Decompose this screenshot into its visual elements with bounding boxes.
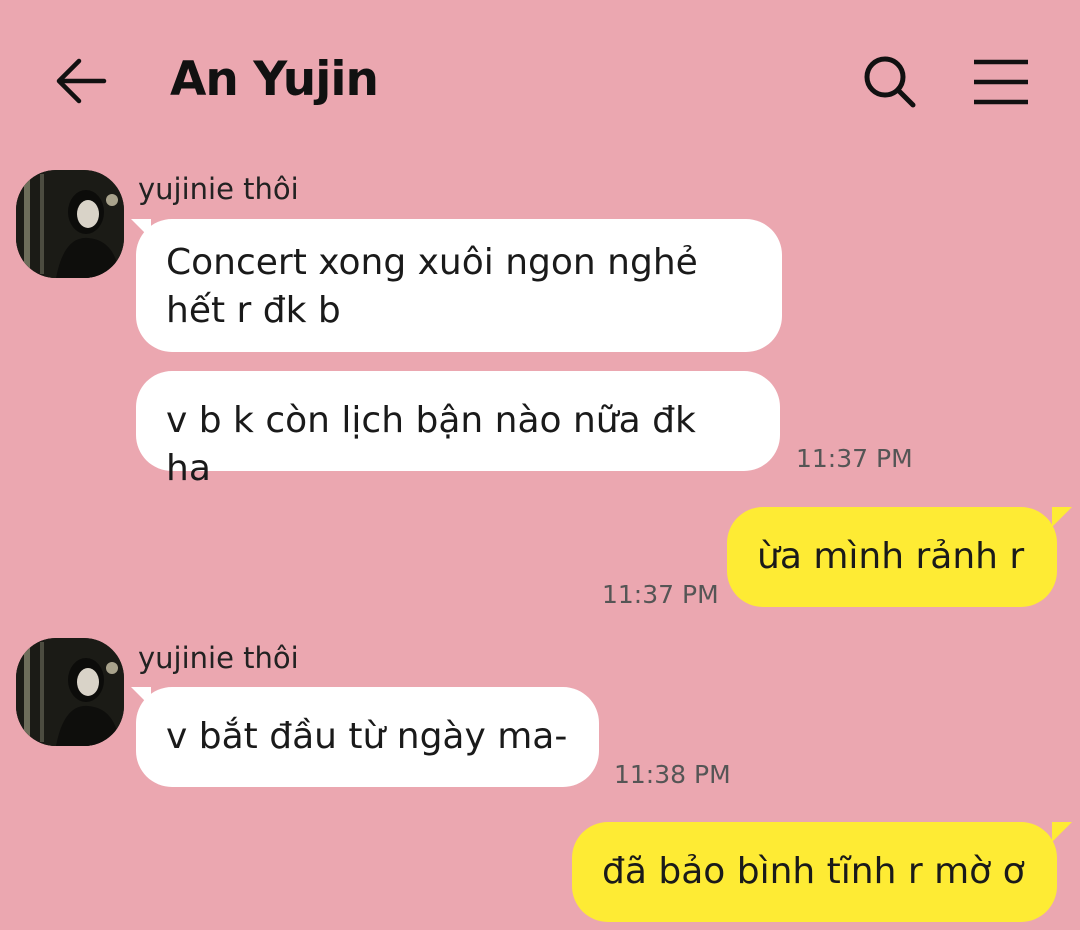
incoming-message-bubble[interactable]: v bắt đầu từ ngày ma- [136, 687, 599, 787]
avatar[interactable] [16, 170, 124, 278]
menu-button[interactable] [968, 50, 1034, 112]
message-timestamp: 11:37 PM [796, 444, 913, 473]
avatar[interactable] [16, 638, 124, 746]
profile-photo-icon [16, 638, 124, 746]
hamburger-menu-icon [974, 59, 1028, 105]
incoming-message-bubble[interactable]: v b k còn lịch bận nào nữa đk ha [136, 371, 780, 489]
outgoing-message-bubble[interactable]: đã bảo bình tĩnh r mờ ơ [572, 822, 1057, 922]
sender-name: yujinie thôi [138, 172, 299, 206]
back-button[interactable] [50, 50, 112, 112]
arrow-left-icon [56, 58, 107, 104]
chat-title: An Yujin [170, 52, 379, 107]
chat-header: An Yujin [0, 0, 1080, 160]
bubble-tail [1052, 507, 1072, 527]
bubble-tail [1052, 822, 1072, 842]
profile-photo-icon [16, 170, 124, 278]
search-icon [864, 56, 916, 108]
search-button[interactable] [858, 50, 920, 112]
message-timestamp: 11:37 PM [602, 580, 719, 609]
incoming-message-bubble[interactable]: Concert xong xuôi ngon nghẻ hết r đk b [136, 219, 782, 352]
sender-name: yujinie thôi [138, 641, 299, 675]
outgoing-message-bubble[interactable]: ừa mình rảnh r [727, 507, 1057, 607]
message-timestamp: 11:38 PM [614, 760, 731, 789]
